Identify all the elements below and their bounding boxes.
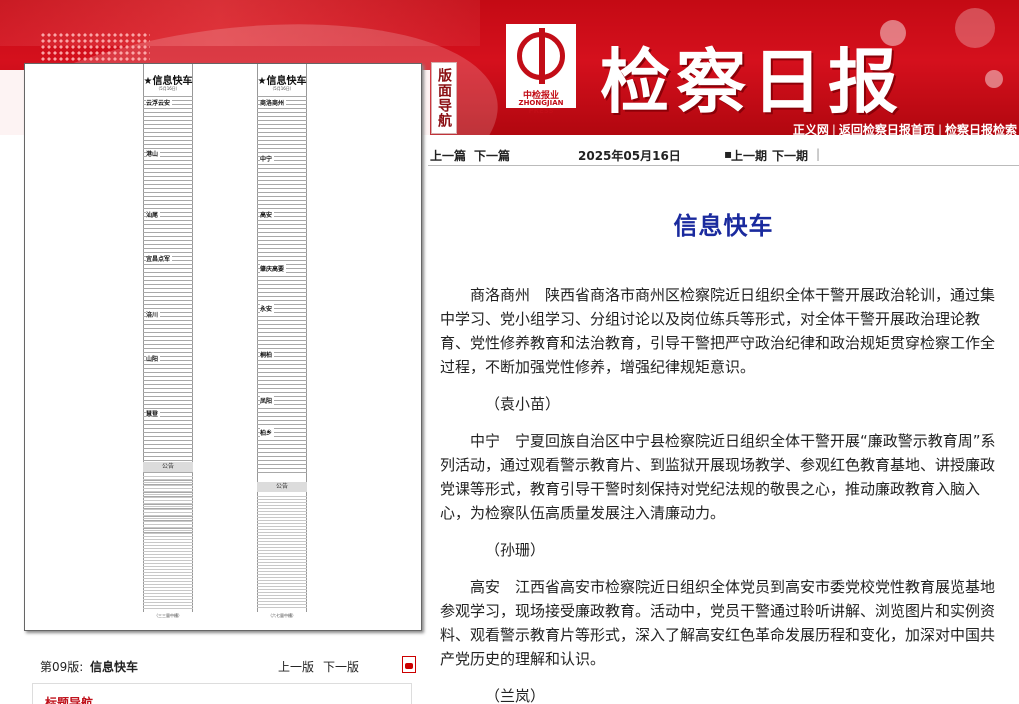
thumbnail-subhead[interactable]: 港山 [146, 149, 161, 158]
edition-number: 第09版: [40, 660, 84, 674]
article-author: （孙珊） [485, 541, 546, 559]
thumbnail-column-left: ★信息快车 （5月16日） 云浮云安 港山 汕尾 宜昌点军 涪川 山阳 慧登 公… [143, 64, 193, 624]
thumbnail-subhead[interactable]: 商洛商州 [260, 98, 287, 107]
newspaper-masthead: 检察日报 [600, 40, 904, 123]
article-nav-bar: 上一篇 下一篇 2025年05月16日 ▪ 上一期 下一期 | [428, 145, 1019, 165]
link-separator: | [937, 123, 942, 135]
thumbnail-subhead[interactable]: 宜昌点军 [146, 254, 173, 263]
thumbnail-subhead[interactable]: 云浮云安 [146, 98, 173, 107]
thumbnail-subhead[interactable]: 凤阳 [260, 396, 275, 405]
thumbnail-subhead[interactable]: 中宁 [260, 154, 275, 163]
thumbnail-date: （5月16日） [270, 86, 294, 91]
left-panel: ★信息快车 （5月16日） 云浮云安 港山 汕尾 宜昌点军 涪川 山阳 慧登 公… [0, 63, 428, 704]
thumbnail-subhead[interactable]: 桐柏 [260, 350, 275, 359]
article-paragraph: 高安 江西省高安市检察院近日组织全体党员到高安市委党校党性教育展览基地参观学习，… [440, 578, 996, 668]
page-thumbnail[interactable]: ★信息快车 （5月16日） 云浮云安 港山 汕尾 宜昌点军 涪川 山阳 慧登 公… [24, 63, 422, 631]
article-author: （袁小苗） [485, 395, 561, 413]
title-nav-box: 标题导航 [32, 683, 412, 704]
thumbnail-subhead[interactable]: 涪川 [146, 310, 161, 319]
thumbnail-subhead[interactable]: 山阳 [146, 354, 161, 363]
header-dot-pattern [40, 32, 150, 62]
logo-text-en: ZHONGJIAN PRESS [518, 99, 564, 115]
logo-bar-icon [539, 28, 545, 84]
zhongjian-press-logo: 中检报业 ZHONGJIAN PRESS [506, 24, 576, 115]
article-body: 商洛商州 陕西省商洛市商州区检察院近日组织全体干警开展政治轮训，通过集中学习、党… [440, 283, 1008, 704]
page-nav-label[interactable]: 版面导航 [431, 62, 457, 134]
thumbnail-notice[interactable]: 公告 [143, 462, 193, 472]
link-home[interactable]: 返回检察日报首页 [839, 123, 935, 135]
thumbnail-text-lines [257, 96, 307, 476]
thumbnail-subhead[interactable]: 永安 [260, 304, 275, 313]
prev-edition-link[interactable]: 上一版 [278, 658, 314, 675]
article-title: 信息快车 [673, 212, 774, 240]
next-edition-link[interactable]: 下一版 [323, 658, 359, 675]
thumbnail-heading: ★信息快车 [257, 76, 307, 87]
link-zhengyi[interactable]: 正义网 [793, 123, 829, 135]
header-bokeh [985, 70, 1003, 88]
thumbnail-footer: （三三量中槽） [154, 613, 182, 618]
thumbnail-subhead[interactable]: 汕尾 [146, 210, 161, 219]
prev-issue-link[interactable]: 上一期 [731, 147, 767, 164]
edition-title: 信息快车 [90, 660, 139, 674]
next-issue-link[interactable]: 下一期 [772, 147, 808, 164]
link-separator: | [831, 123, 836, 135]
article-paragraph: 中宁 宁夏回族自治区中宁县检察院近日组织全体干警开展“廉政警示教育周”系列活动，… [440, 432, 996, 522]
pdf-icon[interactable] [402, 656, 416, 673]
thumbnail-subhead[interactable]: 肇庆高要 [260, 264, 287, 273]
header-bokeh [955, 8, 995, 48]
header-links: 正义网 | 返回检察日报首页 | 检察日报检索 [793, 121, 1017, 135]
thumbnail-notice-lines [257, 496, 307, 610]
thumbnail-footer: （六七量中槽） [268, 613, 296, 618]
thumbnail-subhead[interactable]: 慧登 [146, 409, 161, 418]
title-nav-label: 标题导航 [45, 696, 94, 704]
nav-divider [428, 165, 1019, 166]
thumbnail-notice-lines [143, 476, 193, 610]
article-author: （兰岚） [485, 687, 546, 704]
article-paragraph: 商洛商州 陕西省商洛市商州区检察院近日组织全体干警开展政治轮训，通过集中学习、党… [440, 286, 996, 376]
thumbnail-subhead[interactable]: 柏乡 [260, 428, 275, 437]
issue-date: 2025年05月16日 [578, 149, 681, 163]
thumbnail-notice[interactable]: 公告 [257, 482, 307, 492]
nav-separator: | [816, 147, 821, 161]
article-area: 上一篇 下一篇 2025年05月16日 ▪ 上一期 下一期 | 信息快车 商洛商… [428, 135, 1019, 704]
thumbnail-date: （5月16日） [156, 86, 180, 91]
prev-article-link[interactable]: 上一篇 [430, 147, 466, 164]
edition-bar: 第09版: 信息快车 上一版 下一版 [40, 656, 420, 676]
thumbnail-heading: ★信息快车 [143, 76, 193, 87]
thumbnail-column-right: ★信息快车 （5月16日） 商洛商州 中宁 高安 肇庆高要 永安 桐柏 凤阳 柏… [257, 64, 307, 624]
thumbnail-subhead[interactable]: 高安 [260, 210, 275, 219]
next-article-link[interactable]: 下一篇 [474, 147, 510, 164]
link-search[interactable]: 检察日报检索 [945, 123, 1017, 135]
